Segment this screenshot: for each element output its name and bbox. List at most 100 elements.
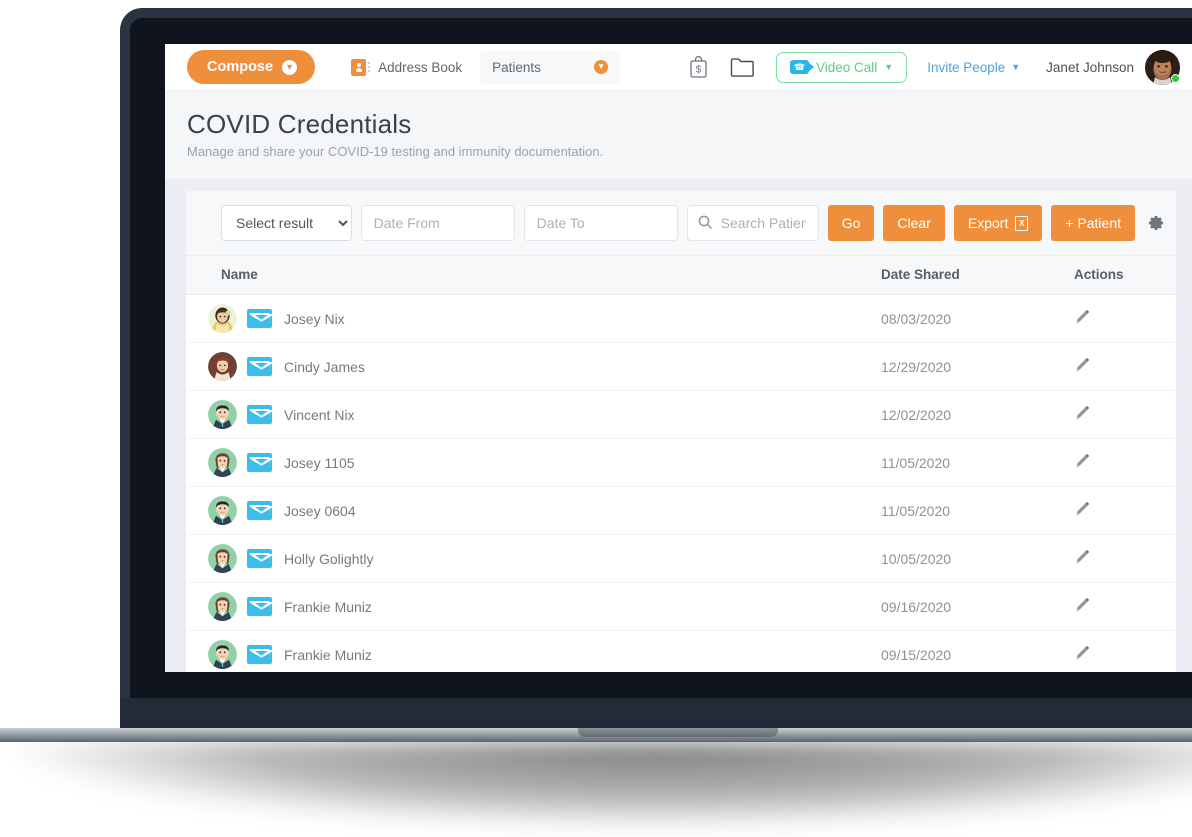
caret-down-icon: ▼	[1011, 61, 1021, 72]
compose-button-label: Compose	[207, 59, 274, 75]
laptop-shadow	[10, 742, 1192, 828]
patient-avatar	[208, 544, 237, 573]
export-button-label: Export	[967, 215, 1009, 231]
table-body: Josey Nix 08/03/2020 Cindy James 12/29/2020…	[186, 294, 1176, 672]
mail-icon[interactable]	[247, 357, 272, 376]
edit-icon[interactable]	[1074, 405, 1089, 421]
cell-actions	[1056, 630, 1176, 672]
cell-actions	[1056, 486, 1176, 535]
add-patient-label: + Patient	[1065, 215, 1121, 231]
column-header-actions: Actions	[1056, 256, 1176, 295]
edit-icon[interactable]	[1074, 309, 1089, 325]
cell-name: Josey Nix	[186, 294, 881, 343]
edit-icon[interactable]	[1074, 357, 1089, 373]
cell-date-shared: 09/16/2020	[881, 582, 1056, 631]
cell-date-shared: 11/05/2020	[881, 486, 1056, 535]
edit-icon[interactable]	[1074, 453, 1089, 469]
cell-date-shared: 08/03/2020	[881, 294, 1056, 343]
table-row[interactable]: Josey 1105 11/05/2020	[186, 438, 1176, 487]
online-status-indicator	[1171, 73, 1180, 83]
cell-date-shared: 09/15/2020	[881, 630, 1056, 672]
svg-text:$: $	[696, 64, 702, 75]
patient-name: Frankie Muniz	[284, 598, 372, 615]
content-card-wrapper: Select result G	[165, 179, 1192, 672]
billing-bag-icon[interactable]: $	[689, 55, 708, 79]
gear-icon[interactable]	[1148, 215, 1164, 231]
table-row[interactable]: Frankie Muniz 09/16/2020	[186, 582, 1176, 631]
cell-name: Frankie Muniz	[186, 630, 881, 672]
address-book-button[interactable]: Address Book	[351, 58, 463, 76]
context-dropdown-value: Patients	[492, 59, 541, 75]
patient-name: Vincent Nix	[284, 406, 355, 423]
patient-name: Josey 0604	[284, 502, 356, 519]
folder-icon[interactable]	[730, 57, 754, 77]
result-filter-select[interactable]: Select result	[221, 205, 352, 241]
cell-actions	[1056, 390, 1176, 439]
caret-down-icon: ▼	[884, 61, 894, 72]
page-subtitle: Manage and share your COVID-19 testing a…	[187, 144, 604, 159]
edit-icon[interactable]	[1074, 501, 1089, 517]
avatar[interactable]	[1145, 49, 1180, 85]
patient-name: Holly Golightly	[284, 550, 374, 567]
address-book-icon	[351, 58, 371, 76]
credentials-card: Select result G	[186, 191, 1176, 672]
cell-actions	[1056, 534, 1176, 583]
patient-name: Josey 1105	[284, 454, 355, 471]
table-row[interactable]: Josey 0604 11/05/2020	[186, 486, 1176, 535]
table-header-row: Name Date Shared Actions	[186, 256, 1176, 295]
screenshot-stage: Compose ▼ Address Book Patients ▼ $ ☎ Vi…	[0, 0, 1192, 837]
date-to-input[interactable]	[523, 205, 678, 241]
patient-name: Cindy James	[284, 358, 365, 375]
compose-button[interactable]: Compose ▼	[187, 50, 316, 84]
top-navigation-bar: Compose ▼ Address Book Patients ▼ $ ☎ Vi…	[165, 44, 1192, 91]
patient-avatar	[208, 640, 237, 669]
date-from-input[interactable]	[360, 205, 515, 241]
table-row[interactable]: Holly Golightly 10/05/2020	[186, 534, 1176, 583]
cell-name: Josey 1105	[186, 438, 881, 487]
edit-icon[interactable]	[1074, 597, 1089, 613]
go-button[interactable]: Go	[827, 205, 875, 241]
mail-icon[interactable]	[247, 309, 272, 328]
video-call-button[interactable]: ☎ Video Call ▼	[775, 51, 908, 83]
video-camera-icon: ☎	[789, 60, 814, 74]
address-book-label: Address Book	[378, 59, 463, 75]
mail-icon[interactable]	[247, 501, 272, 520]
cell-date-shared: 12/02/2020	[881, 390, 1056, 439]
app-screen: Compose ▼ Address Book Patients ▼ $ ☎ Vi…	[165, 44, 1192, 672]
mail-icon[interactable]	[247, 549, 272, 568]
column-header-name[interactable]: Name	[186, 256, 881, 295]
mail-icon[interactable]	[247, 453, 272, 472]
column-header-date-shared[interactable]: Date Shared	[881, 256, 1056, 295]
table-head: Name Date Shared Actions	[186, 256, 1176, 295]
mail-icon[interactable]	[247, 597, 272, 616]
cell-name: Josey 0604	[186, 486, 881, 535]
table-row[interactable]: Cindy James 12/29/2020	[186, 342, 1176, 391]
clear-button[interactable]: Clear	[883, 205, 945, 241]
cell-actions	[1056, 582, 1176, 631]
cell-date-shared: 10/05/2020	[881, 534, 1056, 583]
add-patient-button[interactable]: + Patient	[1051, 205, 1135, 241]
mail-icon[interactable]	[247, 645, 272, 664]
context-dropdown-patients[interactable]: Patients ▼	[480, 50, 621, 84]
cell-actions	[1056, 438, 1176, 487]
edit-icon[interactable]	[1074, 645, 1089, 661]
laptop-neck	[120, 698, 1192, 728]
current-user-name: Janet Johnson	[1046, 59, 1134, 75]
page-header: COVID Credentials Manage and share your …	[165, 91, 1192, 179]
table-row[interactable]: Vincent Nix 12/02/2020	[186, 390, 1176, 439]
edit-icon[interactable]	[1074, 549, 1089, 565]
mail-icon[interactable]	[247, 405, 272, 424]
invite-people-button[interactable]: Invite People ▼	[927, 60, 1020, 75]
search-input[interactable]	[686, 205, 819, 241]
cell-name: Frankie Muniz	[186, 582, 881, 631]
patient-avatar	[208, 400, 237, 429]
table-row[interactable]: Josey Nix 08/03/2020	[186, 294, 1176, 343]
cell-actions	[1056, 294, 1176, 343]
cell-name: Holly Golightly	[186, 534, 881, 583]
cell-name: Vincent Nix	[186, 390, 881, 439]
table-row[interactable]: Frankie Muniz 09/15/2020	[186, 630, 1176, 672]
patient-avatar	[208, 448, 237, 477]
laptop-base-notch	[578, 728, 778, 737]
cell-date-shared: 12/29/2020	[881, 342, 1056, 391]
export-button[interactable]: Export X	[953, 205, 1043, 241]
